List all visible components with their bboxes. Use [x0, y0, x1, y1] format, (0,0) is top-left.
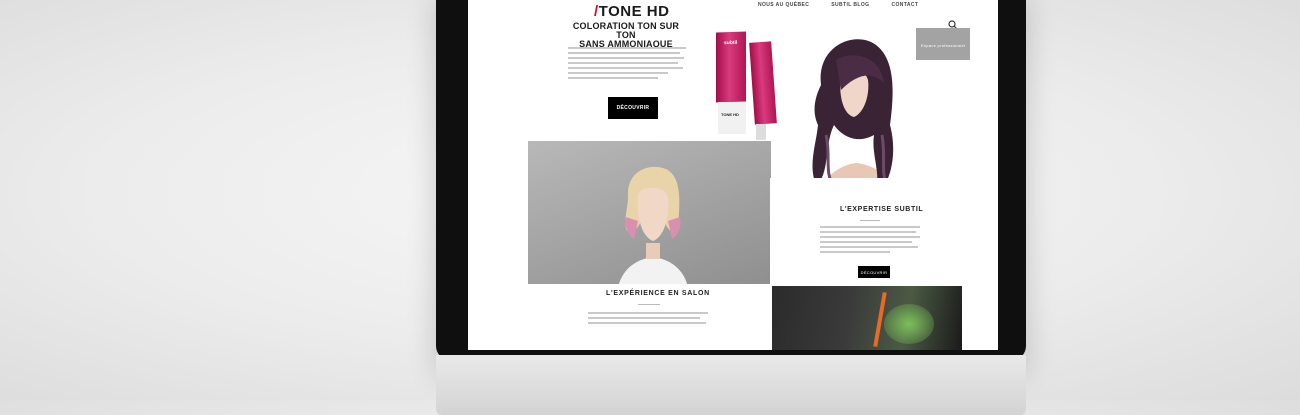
pro-space-button[interactable]: Espace professionnel: [916, 28, 970, 60]
divider: [638, 304, 660, 305]
product-box-label: TONE HD: [718, 102, 746, 134]
divider: [860, 220, 880, 221]
photo-glow: [884, 304, 934, 344]
hero-subtitle: COLORATION TON SUR TON SANS AMMONIAQUE: [566, 22, 686, 49]
brand-title: /TONE HD: [594, 3, 669, 20]
nav-link-quebec[interactable]: Nous au Québec: [758, 2, 809, 8]
salon-model-photo: [528, 141, 771, 284]
box-product-label: TONE HD: [721, 112, 739, 117]
salon-body-text: [588, 312, 708, 327]
top-nav: Nous au Québec Subtil Blog Contact: [758, 2, 918, 8]
salon-experience-title: L'EXPÉRIENCE EN SALON: [606, 290, 710, 297]
nav-link-blog[interactable]: Subtil Blog: [831, 2, 869, 8]
expertise-discover-button[interactable]: DÉCOUVRIR: [858, 266, 890, 278]
colorist-photo: [772, 286, 962, 350]
hero-subtitle-line1: COLORATION TON SUR TON: [572, 21, 680, 40]
product-tube-box: subtil: [716, 31, 746, 103]
pro-space-label: Espace professionnel: [921, 43, 966, 48]
expertise-title: L'EXPERTISE SUBTIL: [840, 206, 924, 213]
monitor-chin: [436, 355, 1026, 415]
product-tube-cap: [756, 124, 766, 140]
expertise-body-text: [820, 226, 920, 256]
nav-link-contact[interactable]: Contact: [891, 2, 918, 8]
expertise-panel: L'EXPERTISE SUBTIL DÉCOUVRIR: [770, 178, 970, 290]
brand-name: TONE HD: [598, 3, 670, 20]
salon-experience-panel: L'EXPÉRIENCE EN SALON: [528, 284, 772, 350]
model-illustration: [619, 166, 687, 284]
tube-brand-label: subtil: [724, 39, 738, 47]
hero-body-text: [568, 47, 686, 82]
discover-button[interactable]: DÉCOUVRIR: [608, 97, 658, 119]
website-screen: Nous au Québec Subtil Blog Contact Espac…: [468, 0, 998, 350]
product-tube: [749, 41, 777, 125]
